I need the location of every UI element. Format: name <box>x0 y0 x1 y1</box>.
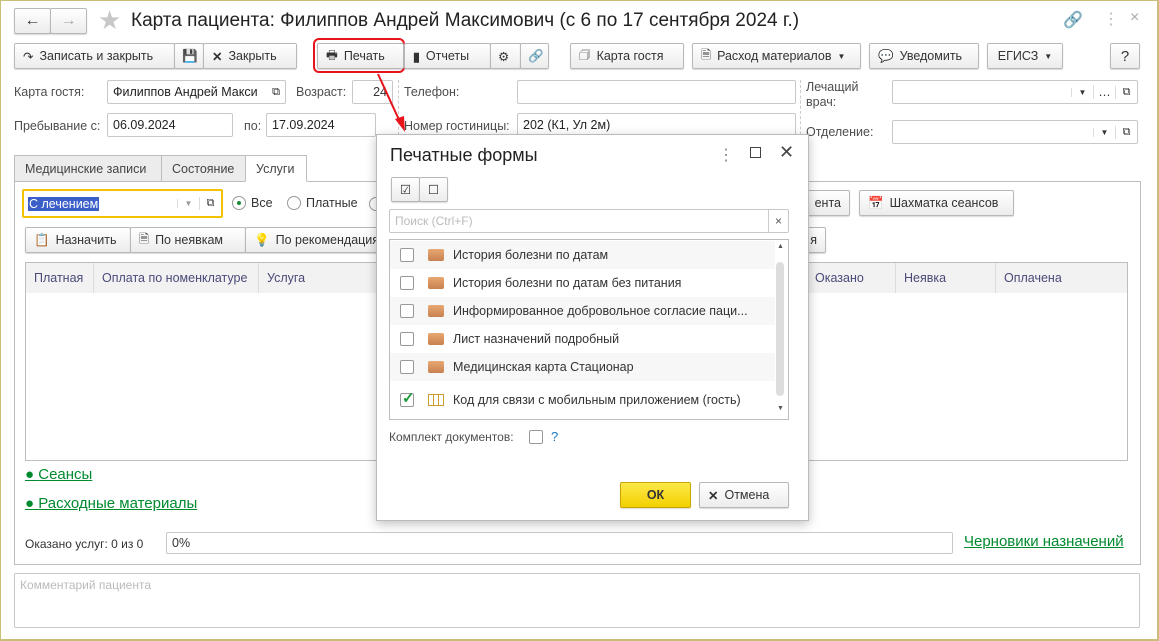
cancel-label: Отмена <box>724 488 770 502</box>
list-item-label: Медицинская карта Стационар <box>453 360 634 374</box>
cancel-button[interactable]: ✕ Отмена <box>699 482 789 508</box>
print-form-icon <box>428 249 444 261</box>
list-item[interactable]: История болезни по датам без питания <box>390 269 775 297</box>
checkbox[interactable] <box>400 332 414 346</box>
print-form-icon <box>428 305 444 317</box>
list-item-label: История болезни по датам <box>453 248 609 262</box>
checkbox[interactable] <box>400 248 414 262</box>
kit-checkbox[interactable] <box>529 430 543 444</box>
checkbox[interactable] <box>400 304 414 318</box>
kit-help-link[interactable]: ? <box>551 429 558 444</box>
list-item[interactable]: ✓ Код для связи с мобильным приложением (… <box>390 385 775 415</box>
list-item-label: История болезни по датам без питания <box>453 276 682 290</box>
list-item[interactable]: Лист назначений подробный <box>390 325 775 353</box>
list-item-label: Информированное добровольное согласие па… <box>453 304 748 318</box>
more-icon[interactable]: ⋮ <box>718 145 734 165</box>
scroll-down-icon[interactable]: ▼ <box>777 405 784 412</box>
checkbox[interactable] <box>400 276 414 290</box>
close-icon[interactable]: ✕ <box>779 142 794 163</box>
dialog-title: Печатные формы <box>390 145 538 165</box>
print-form-icon <box>428 333 444 345</box>
kit-label: Комплект документов: <box>389 430 514 444</box>
checkmark-icon: ✓ <box>402 390 415 407</box>
list-item[interactable]: Медицинская карта Стационар <box>390 353 775 381</box>
ok-button[interactable]: ОК <box>620 482 691 508</box>
list-item-label: Лист назначений подробный <box>453 332 620 346</box>
search-placeholder: Поиск (Ctrl+F) <box>395 214 473 228</box>
maximize-icon[interactable] <box>750 147 761 158</box>
list-item-label: Код для связи с мобильным приложением (г… <box>453 393 741 407</box>
print-form-icon <box>428 277 444 289</box>
x-icon: ✕ <box>708 488 719 503</box>
list-item[interactable]: Информированное добровольное согласие па… <box>390 297 775 325</box>
checkbox-checked[interactable]: ✓ <box>400 390 415 407</box>
tab-services[interactable]: Услуги <box>245 155 307 182</box>
check-all-button[interactable]: ☑ <box>391 177 420 202</box>
checkbox-empty-icon: ☐ <box>427 183 440 197</box>
checkbox[interactable] <box>400 360 414 374</box>
list-item[interactable]: История болезни по датам <box>390 241 775 269</box>
scroll-up-icon[interactable]: ▲ <box>777 243 784 250</box>
print-form-icon <box>428 361 444 373</box>
uncheck-all-button[interactable]: ☐ <box>419 177 448 202</box>
table-icon <box>428 394 444 406</box>
search-input[interactable]: Поиск (Ctrl+F) × <box>389 209 789 233</box>
checkbox-checked-icon: ☑ <box>399 183 412 197</box>
clear-icon[interactable]: × <box>768 210 788 232</box>
scrollbar[interactable] <box>776 262 784 396</box>
